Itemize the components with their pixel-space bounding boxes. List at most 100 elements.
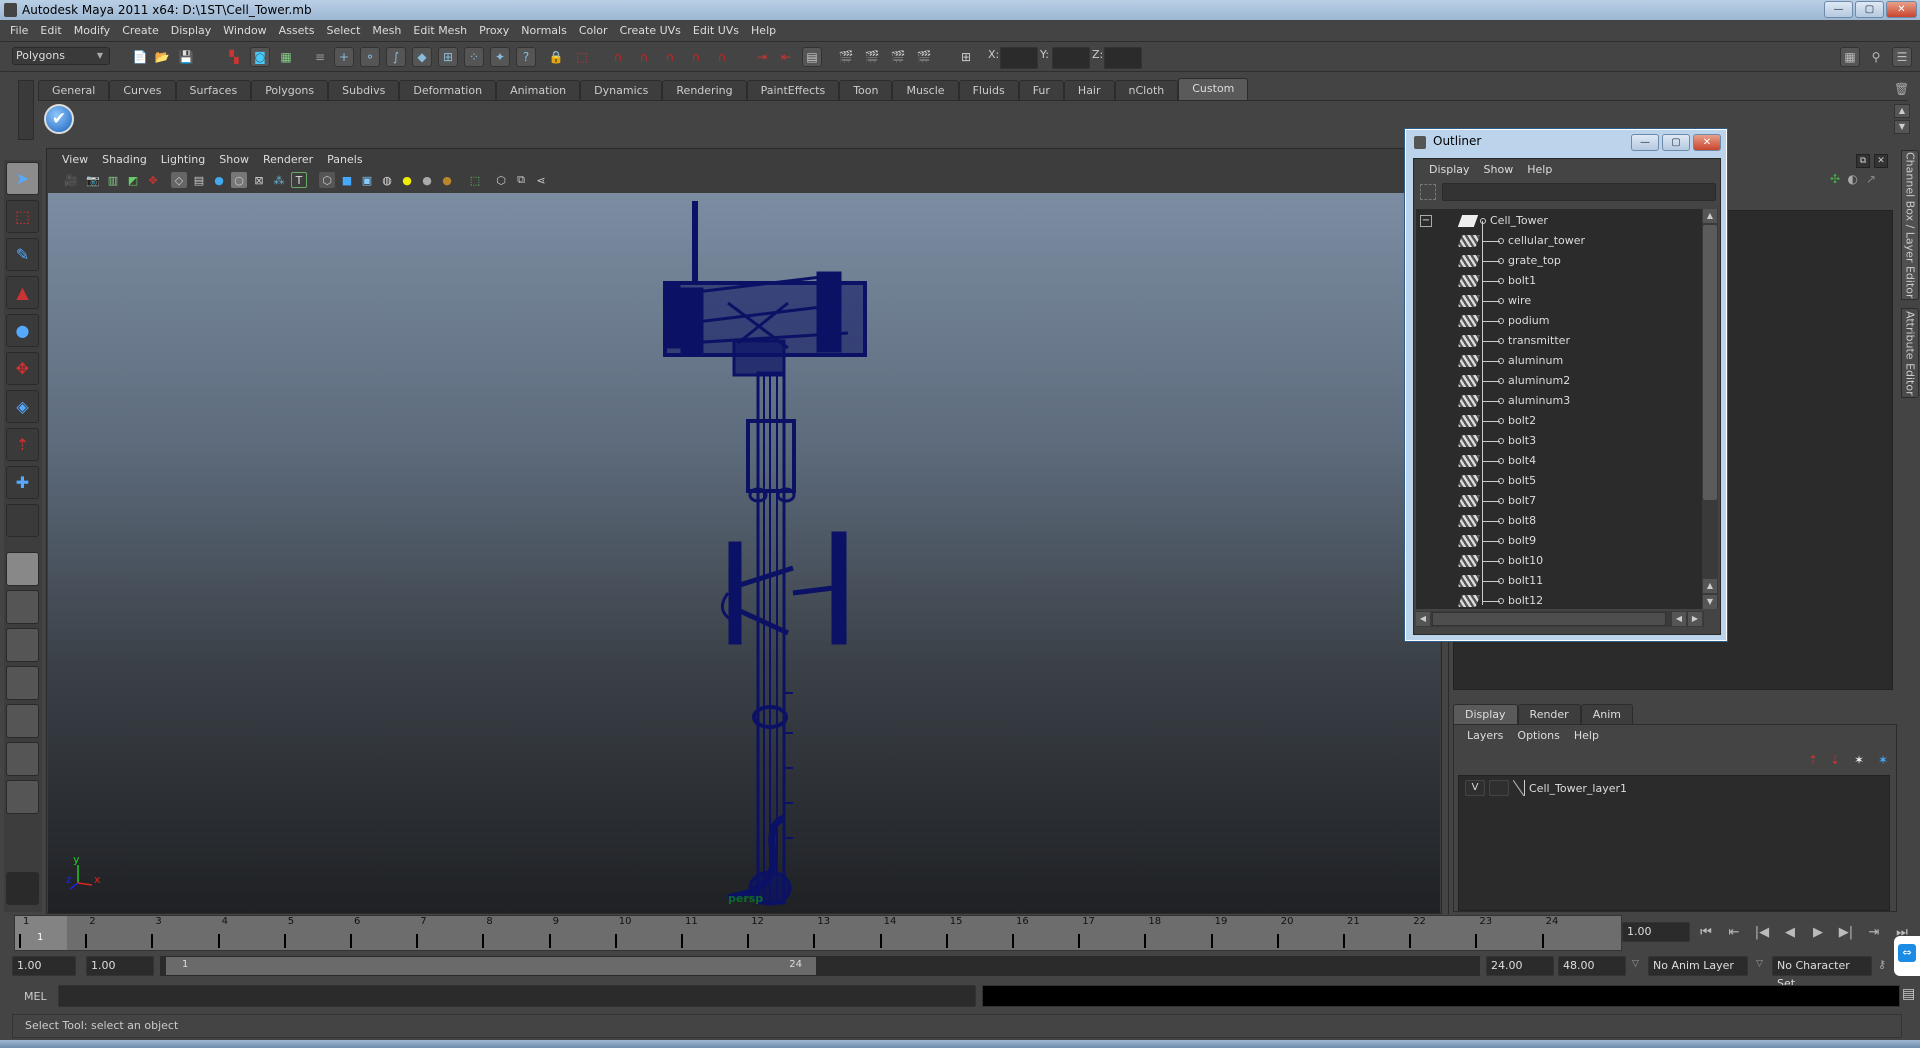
shelf-tab-muscle[interactable]: Muscle	[892, 80, 959, 100]
step-back-key-button[interactable]: |◀	[1750, 920, 1774, 944]
z-field[interactable]	[1104, 47, 1142, 69]
outliner-item[interactable]: bolt8	[1416, 511, 1704, 531]
panel-menu-show[interactable]: Show	[212, 153, 256, 166]
tool-settings-toggle-icon[interactable]: ⚲	[1866, 47, 1886, 67]
step-forward-key-button[interactable]: ▶|	[1834, 920, 1858, 944]
image-plane-icon[interactable]: ◩	[125, 172, 141, 188]
select-misc-icon[interactable]: ?	[516, 47, 536, 67]
outliner-item[interactable]: bolt5	[1416, 471, 1704, 491]
outliner-item[interactable]: bolt11	[1416, 571, 1704, 591]
select-curves-icon[interactable]: ∫	[386, 47, 406, 67]
layer-menu-help[interactable]: Help	[1567, 729, 1606, 742]
shelf-tab-rendering[interactable]: Rendering	[662, 80, 747, 100]
minimize-button[interactable]: —	[1824, 1, 1853, 18]
outliner-item[interactable]: transmitter	[1416, 331, 1704, 351]
outliner-item[interactable]: bolt1	[1416, 271, 1704, 291]
move-layer-up-icon[interactable]: ⇡	[1808, 753, 1818, 767]
layout-persp-graph-button[interactable]	[6, 666, 39, 700]
collapse-icon[interactable]: −	[1420, 215, 1432, 227]
camera-attributes-icon[interactable]: 📷	[85, 172, 101, 188]
input-ops-icon[interactable]: ⇥	[752, 47, 772, 67]
remote-control-badge[interactable]: ⇔	[1894, 936, 1920, 976]
layout-persp-graph-outliner-button[interactable]	[6, 742, 39, 776]
shelf-tab-fluids[interactable]: Fluids	[958, 80, 1019, 100]
wireframe-icon[interactable]: ⬡	[319, 172, 335, 188]
shelf-tab-curves[interactable]: Curves	[109, 80, 176, 100]
shelf-tab-polygons[interactable]: Polygons	[251, 80, 329, 100]
render-current-frame-icon[interactable]: 🎬	[862, 47, 882, 67]
filter-icon[interactable]	[1420, 184, 1436, 200]
menu-proxy[interactable]: Proxy	[473, 24, 515, 37]
menu-edit[interactable]: Edit	[34, 24, 67, 37]
select-surfaces-icon[interactable]: ◆	[412, 47, 432, 67]
command-input[interactable]	[58, 985, 976, 1007]
snap-view-plane-icon[interactable]: ∩	[686, 47, 706, 67]
select-joints-icon[interactable]: ⚬	[360, 47, 380, 67]
menu-assets[interactable]: Assets	[273, 24, 321, 37]
shelf-tab-toon[interactable]: Toon	[839, 80, 893, 100]
select-by-hierarchy-icon[interactable]: ▚	[224, 47, 244, 67]
play-forwards-button[interactable]: ▶	[1806, 920, 1830, 944]
outliner-item[interactable]: bolt7	[1416, 491, 1704, 511]
menu-file[interactable]: File	[4, 24, 34, 37]
key-icon[interactable]: ⚷	[1878, 958, 1886, 971]
layer-tab-anim[interactable]: Anim	[1580, 704, 1633, 724]
highlight-selection-icon[interactable]: ⬚	[572, 47, 592, 67]
layout-more-layouts-button[interactable]	[6, 780, 39, 814]
grid-icon[interactable]: ◇	[171, 172, 187, 188]
construction-history-icon[interactable]: ▤	[802, 47, 822, 67]
rotate-tool-button[interactable]: ●	[6, 314, 39, 347]
shelf-scroll-down-button[interactable]: ▼	[1894, 120, 1910, 134]
channel-box-toggle-icon[interactable]: ☰	[1892, 47, 1912, 67]
scroll-right-icon[interactable]: ▶	[1688, 612, 1702, 626]
current-time-field[interactable]: 1.00	[1622, 922, 1690, 942]
smooth-shade-icon[interactable]: ■	[339, 172, 355, 188]
shelf-tab-deformation[interactable]: Deformation	[399, 80, 497, 100]
use-default-lighting-icon[interactable]: ●	[399, 172, 415, 188]
field-chart-icon[interactable]: ⊠	[251, 172, 267, 188]
two-d-pan-zoom-icon[interactable]: ✥	[145, 172, 161, 188]
range-slider[interactable]: 1 24	[160, 956, 1480, 976]
menu-edit-uvs[interactable]: Edit UVs	[687, 24, 745, 37]
menu-normals[interactable]: Normals	[515, 24, 573, 37]
scroll-thumb[interactable]	[1432, 612, 1666, 626]
step-back-frame-button[interactable]: ⇤	[1722, 920, 1746, 944]
outliner-item[interactable]: bolt9	[1416, 531, 1704, 551]
scale-tool-button[interactable]: ✥	[6, 352, 39, 385]
outliner-item[interactable]: wire	[1416, 291, 1704, 311]
character-set-dropdown-icon[interactable]: ▽	[1756, 959, 1763, 969]
script-editor-icon[interactable]: ▤	[1902, 986, 1915, 1002]
layer-menu-layers[interactable]: Layers	[1460, 729, 1510, 742]
menu-select[interactable]: Select	[320, 24, 366, 37]
layer-type-toggle[interactable]	[1489, 780, 1509, 796]
character-set-field[interactable]: No Character Set	[1772, 956, 1872, 990]
select-tool-button[interactable]: ➤	[6, 162, 39, 195]
end-time-field[interactable]: 48.00	[1558, 956, 1626, 976]
outliner-item[interactable]: bolt10	[1416, 551, 1704, 571]
menu-help[interactable]: Help	[745, 24, 782, 37]
tab-channel-box-layer-editor[interactable]: Channel Box / Layer Editor	[1901, 150, 1919, 300]
panel-menu-panels[interactable]: Panels	[320, 153, 369, 166]
soft-modification-tool-button[interactable]: ⇡	[6, 428, 39, 461]
layout-single-view-button[interactable]	[6, 552, 39, 586]
outliner-horizontal-scrollbar[interactable]: ◀ ◀ ▶	[1416, 611, 1704, 627]
tree-root-row[interactable]: − Cell_Tower	[1416, 211, 1704, 231]
outliner-menu-help[interactable]: Help	[1520, 163, 1559, 176]
outliner-item[interactable]: grate_top	[1416, 251, 1704, 271]
panel-menu-shading[interactable]: Shading	[95, 153, 154, 166]
new-scene-icon[interactable]: 📄	[130, 47, 150, 67]
graph-icon[interactable]: ⋖	[533, 172, 549, 188]
outliner-item[interactable]: aluminum	[1416, 351, 1704, 371]
go-to-start-button[interactable]: ⏮	[1694, 920, 1718, 944]
layer-name[interactable]: Cell_Tower_layer1	[1529, 782, 1627, 795]
snap-curve-icon[interactable]: ∩	[634, 47, 654, 67]
start-time-field[interactable]: 1.00	[12, 956, 76, 976]
arrow-icon[interactable]: ↗	[1866, 172, 1876, 186]
outliner-item[interactable]: bolt4	[1416, 451, 1704, 471]
anim-layer-field[interactable]: No Anim Layer	[1648, 956, 1748, 976]
snap-point-icon[interactable]: ∩	[660, 47, 680, 67]
bookmarks-icon[interactable]: ▥	[105, 172, 121, 188]
playback-start-field[interactable]: 1.00	[86, 956, 154, 976]
output-ops-icon[interactable]: ⇤	[776, 47, 796, 67]
menu-mesh[interactable]: Mesh	[366, 24, 407, 37]
